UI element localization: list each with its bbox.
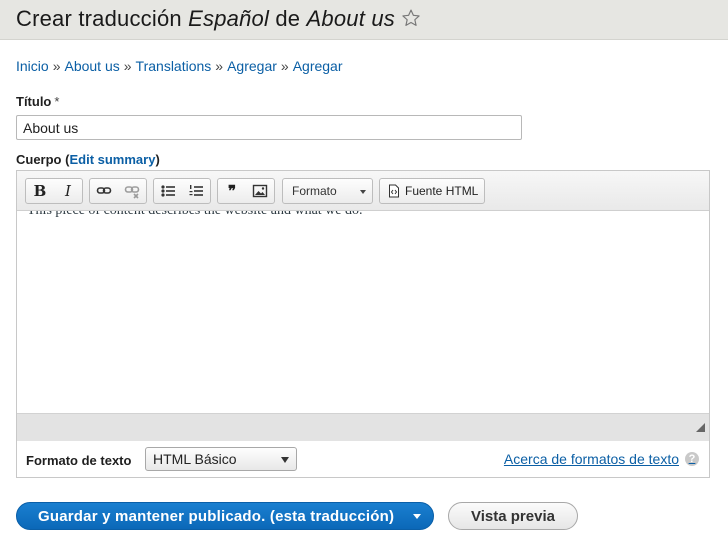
- breadcrumb-separator: »: [123, 58, 132, 74]
- breadcrumb-item-home[interactable]: Inicio: [16, 58, 49, 74]
- resize-handle-icon[interactable]: [696, 419, 705, 437]
- breadcrumb-item-add-2[interactable]: Agregar: [293, 58, 343, 74]
- title-prefix: Crear traducción: [16, 6, 182, 31]
- preview-button[interactable]: Vista previa: [448, 502, 578, 530]
- page-header: Crear traducción Español de About us: [0, 0, 728, 40]
- text-format-label: Formato de texto: [26, 453, 132, 468]
- save-button-label: Guardar y mantener publicado. (esta trad…: [38, 507, 395, 525]
- source-icon: [389, 184, 399, 198]
- body-label-text: Cuerpo: [16, 152, 62, 167]
- breadcrumb: Inicio» About us» Translations» Agregar» Agr…: [16, 58, 343, 74]
- toolbar-group-media: ❞: [217, 178, 275, 204]
- title-language: Español: [188, 6, 270, 31]
- bold-icon[interactable]: B: [26, 179, 54, 203]
- text-format-help-link[interactable]: Acerca de formatos de texto?: [504, 451, 699, 467]
- toolbar-group-links: [89, 178, 147, 204]
- bulleted-list-icon[interactable]: [154, 179, 182, 203]
- breadcrumb-separator: »: [52, 58, 61, 74]
- star-icon[interactable]: [401, 8, 421, 34]
- caret-down-icon: [413, 514, 421, 519]
- text-format-row: Formato de texto HTML Básico Acerca de f…: [16, 441, 710, 478]
- editor-statusbar: [17, 413, 709, 441]
- title-middle: de: [275, 6, 301, 31]
- breadcrumb-item-translations[interactable]: Translations: [136, 58, 212, 74]
- blockquote-icon[interactable]: ❞: [218, 179, 246, 203]
- source-html-label: Fuente HTML: [405, 184, 479, 198]
- paren-close: ): [155, 152, 160, 167]
- title-node: About us: [306, 6, 395, 31]
- title-input[interactable]: [16, 115, 522, 140]
- editor-toolbar: B I ❞ Formato Fuente HTML: [17, 171, 709, 211]
- italic-icon[interactable]: I: [54, 179, 82, 203]
- unlink-icon[interactable]: [118, 179, 146, 203]
- breadcrumb-separator: »: [215, 58, 224, 74]
- toolbar-group-basic: B I: [25, 178, 83, 204]
- chevron-down-icon: [360, 190, 366, 194]
- breadcrumb-item-add[interactable]: Agregar: [227, 58, 277, 74]
- numbered-list-icon[interactable]: [182, 179, 210, 203]
- edit-summary-link[interactable]: Edit summary: [69, 152, 155, 167]
- title-field-label: Título *: [16, 94, 59, 109]
- text-format-selected: HTML Básico: [153, 451, 237, 467]
- save-dropdown-toggle[interactable]: [403, 503, 433, 529]
- link-icon[interactable]: [90, 179, 118, 203]
- body-editor: B I ❞ Formato Fuente HTML: [16, 170, 710, 442]
- toolbar-group-lists: [153, 178, 211, 204]
- breadcrumb-item-about-us[interactable]: About us: [64, 58, 119, 74]
- required-mark: *: [54, 94, 60, 109]
- page-title: Crear traducción Español de About us: [16, 6, 421, 34]
- image-icon[interactable]: [246, 179, 274, 203]
- breadcrumb-separator: »: [280, 58, 289, 74]
- source-html-button[interactable]: Fuente HTML: [379, 178, 485, 204]
- select-arrow-icon: [281, 457, 289, 463]
- format-dropdown-label: Formato: [292, 184, 337, 198]
- editor-paragraph[interactable]: This piece of content describes the webs…: [27, 211, 363, 219]
- save-keep-published-button[interactable]: Guardar y mantener publicado. (esta trad…: [16, 502, 434, 530]
- title-label-text: Título: [16, 94, 52, 109]
- help-icon: ?: [685, 452, 699, 466]
- text-format-select[interactable]: HTML Básico: [145, 447, 297, 471]
- editor-content-area[interactable]: This piece of content describes the webs…: [17, 211, 709, 413]
- text-format-help-text: Acerca de formatos de texto: [503, 451, 679, 467]
- body-field-label: Cuerpo (Edit summary): [16, 152, 160, 167]
- format-dropdown[interactable]: Formato: [282, 178, 373, 204]
